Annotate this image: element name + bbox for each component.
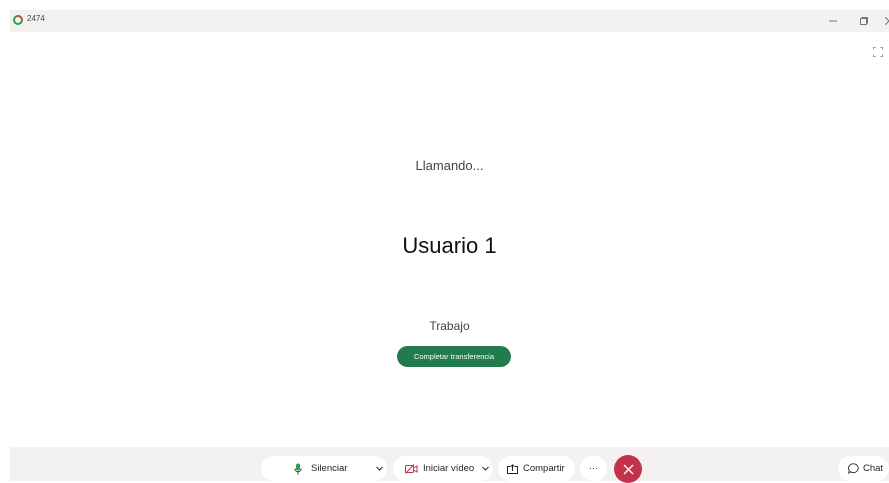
mute-button[interactable]: Silenciar xyxy=(261,456,387,481)
chat-label: Chat xyxy=(863,463,884,474)
start-video-button[interactable]: Iniciar vídeo xyxy=(393,456,493,481)
close-button[interactable] xyxy=(877,12,889,30)
chat-button[interactable]: Chat xyxy=(838,456,889,481)
call-stage: Llamando... Usuario 1 Trabajo Completar … xyxy=(10,32,889,447)
minimize-button[interactable] xyxy=(821,12,845,30)
fullscreen-icon[interactable] xyxy=(873,47,883,57)
share-label: Compartir xyxy=(523,463,565,474)
title-bar: 2474 xyxy=(10,10,889,32)
mute-label: Silenciar xyxy=(311,463,348,474)
video-off-icon xyxy=(405,463,418,474)
restore-button[interactable] xyxy=(852,12,876,30)
share-button[interactable]: Compartir xyxy=(498,456,575,481)
chevron-down-icon[interactable] xyxy=(376,466,384,471)
chat-bubble-icon xyxy=(848,463,859,474)
microphone-icon xyxy=(294,463,302,474)
contact-name: Usuario 1 xyxy=(402,233,497,258)
minimize-icon xyxy=(829,20,837,22)
hang-up-button[interactable] xyxy=(614,455,642,483)
complete-transfer-button[interactable]: Completar transferencia xyxy=(397,346,511,367)
call-status: Llamando... xyxy=(415,158,484,173)
share-tray-icon xyxy=(507,463,518,474)
restore-icon xyxy=(860,17,868,25)
close-icon xyxy=(885,17,889,25)
contact-label: Trabajo xyxy=(429,319,470,333)
chevron-down-icon[interactable] xyxy=(482,466,490,471)
window-title: 2474 xyxy=(27,14,45,23)
app-logo-icon xyxy=(13,15,23,25)
more-options-button[interactable]: ··· xyxy=(580,456,607,481)
call-toolbar: Silenciar Iniciar vídeo Compartir ··· Ch… xyxy=(10,447,889,483)
more-options-icon: ··· xyxy=(588,463,599,474)
close-icon xyxy=(623,464,633,474)
video-label: Iniciar vídeo xyxy=(423,463,475,474)
